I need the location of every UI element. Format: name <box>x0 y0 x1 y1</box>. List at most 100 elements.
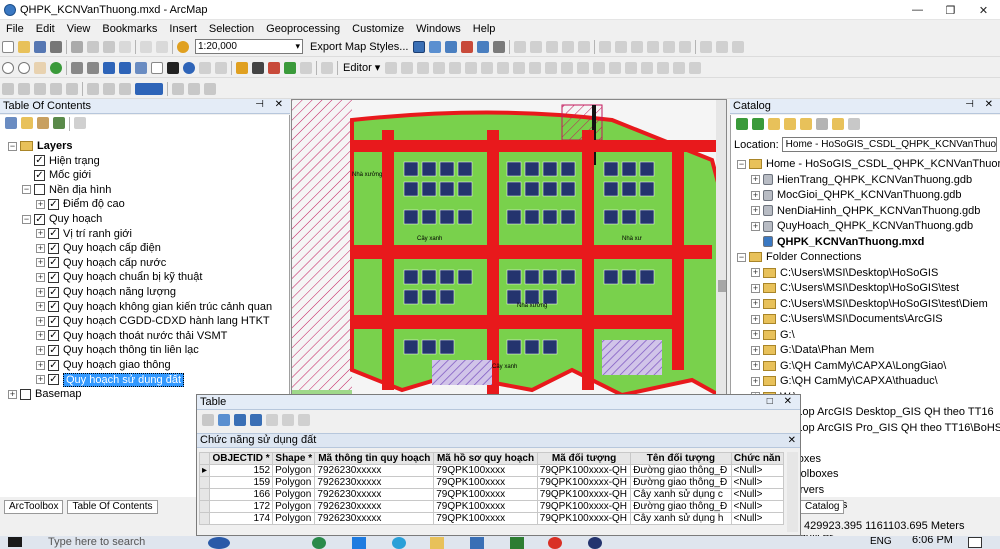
edit-tool-icon[interactable] <box>401 61 414 74</box>
redo-icon[interactable] <box>156 40 168 53</box>
print-icon[interactable] <box>50 40 62 53</box>
toc-layer-row[interactable]: + ✓ Quy hoạch cấp điện <box>36 241 161 255</box>
expand-icon[interactable]: + <box>36 272 45 282</box>
full-extent-icon[interactable] <box>50 61 62 74</box>
table-cell[interactable]: <Null> <box>730 512 785 525</box>
edit-tool-icon[interactable] <box>497 61 510 74</box>
catalog-item-label[interactable]: C:\Users\MSI\Desktop\HoSoGIS\test <box>780 282 959 294</box>
file-explorer-icon[interactable] <box>430 537 444 549</box>
layer-visibility-checkbox[interactable]: ✓ <box>34 169 45 181</box>
table-cell[interactable]: 79QPK100xxxx-QH <box>536 488 632 501</box>
expand-icon[interactable]: + <box>751 283 760 293</box>
edit-tool-icon[interactable] <box>385 61 398 74</box>
table-cell[interactable]: 152 <box>209 464 274 477</box>
select-by-attributes-icon[interactable] <box>234 414 246 426</box>
open-folder-icon[interactable] <box>18 40 30 53</box>
catalog-item[interactable]: + C:\Users\MSI\Desktop\HoSoGIS <box>751 266 938 280</box>
toc-tab[interactable]: Table Of Contents <box>67 500 158 514</box>
table-cell[interactable]: 7926230xxxxx <box>314 512 435 525</box>
new-document-icon[interactable] <box>2 40 14 53</box>
catalog-item-label[interactable]: Home - HoSoGIS_CSDL_QHPK_KCNVanThuong_Ho… <box>766 158 1000 170</box>
color-swatch[interactable] <box>135 82 163 95</box>
table-cell[interactable]: 79QPK100xxxx <box>433 512 538 525</box>
catalog-item-label[interactable]: C:\Users\MSI\Desktop\HoSoGIS\test\Diem <box>780 298 988 310</box>
edge-browser-icon[interactable] <box>392 537 406 549</box>
identify-icon[interactable] <box>183 61 195 74</box>
edit-tool-icon[interactable] <box>657 61 670 74</box>
layer-visibility-checkbox[interactable]: ✓ <box>48 330 59 342</box>
fixed-zoom-out-icon[interactable] <box>87 61 99 74</box>
toc-layer-label[interactable]: Quy hoạch CGDD-CDXD hành lang HTKT <box>63 315 270 327</box>
toc-layer-row[interactable]: ✓ Mốc giới <box>22 168 91 182</box>
edit-tool-icon[interactable] <box>689 61 702 74</box>
toolbar-tool-icon[interactable] <box>530 40 543 53</box>
toolbar-tool-icon[interactable] <box>18 82 30 95</box>
toc-layer-label[interactable]: Hiện trạng <box>49 155 100 167</box>
toolbar-tool-icon[interactable] <box>732 40 745 53</box>
html-popup-icon[interactable] <box>215 61 227 74</box>
go-to-xy-icon[interactable] <box>284 61 296 74</box>
time-slider-icon[interactable] <box>300 61 312 74</box>
select-features-icon[interactable] <box>135 61 147 74</box>
row-selector[interactable] <box>198 488 211 501</box>
toc-layer-row[interactable]: + ✓ Quy hoạch sử dụng đất <box>36 372 184 387</box>
column-header[interactable]: Tên đối tượng <box>630 452 732 465</box>
close-table-tab-icon[interactable]: ✕ <box>788 434 796 447</box>
table-cell[interactable]: Polygon <box>272 512 316 525</box>
catalog-item[interactable]: + C:\Users\MSI\Documents\ArcGIS <box>751 312 943 326</box>
toc-layer-row[interactable]: + ✓ Quy hoạch cấp nước <box>36 256 166 270</box>
taskbar-search-box[interactable]: Type here to search <box>48 536 145 548</box>
save-icon[interactable] <box>34 40 46 53</box>
toc-layer-row[interactable]: − ✓ Quy hoạch <box>22 212 102 226</box>
fixed-zoom-in-icon[interactable] <box>71 61 83 74</box>
collapse-icon[interactable]: − <box>8 141 17 151</box>
python-window-icon[interactable] <box>477 40 490 53</box>
catalog-item[interactable]: + QuyHoach_QHPK_KCNVanThuong.gdb <box>751 219 973 233</box>
expand-icon[interactable]: + <box>751 221 760 231</box>
table-cell[interactable]: <Null> <box>730 500 785 513</box>
table-cell[interactable]: Đường giao thông_Đ <box>630 464 732 477</box>
column-header[interactable]: Mã hồ sơ quy hoạch <box>433 452 538 465</box>
catalog-item[interactable]: QHPK_KCNVanThuong.mxd <box>751 235 924 249</box>
layer-visibility-checkbox[interactable] <box>20 388 31 400</box>
scrollbar-thumb[interactable] <box>718 280 726 292</box>
toc-layer-label[interactable]: Quy hoạch giao thông <box>63 359 171 371</box>
edit-tool-icon[interactable] <box>641 61 654 74</box>
toc-layer-row[interactable]: + ✓ Quy hoạch giao thông <box>36 358 171 372</box>
edit-tool-icon[interactable] <box>545 61 558 74</box>
expand-icon[interactable]: + <box>8 389 17 399</box>
expand-icon[interactable]: + <box>36 199 45 209</box>
back-arrow-icon[interactable] <box>103 61 115 74</box>
toc-layer-label[interactable]: Quy hoạch không gian kiến trúc cảnh quan <box>63 301 272 313</box>
catalog-item[interactable]: − Folder Connections <box>737 250 861 264</box>
table-cell[interactable]: 7926230xxxxx <box>314 476 435 489</box>
toc-layer-label[interactable]: Nền địa hình <box>49 184 111 196</box>
connect-folder-icon[interactable] <box>800 118 812 130</box>
expand-icon[interactable]: + <box>751 361 760 370</box>
catalog-item-label[interactable]: G:\ <box>780 329 795 341</box>
toc-layer-row[interactable]: + ✓ Quy hoạch CGDD-CDXD hành lang HTKT <box>36 314 270 328</box>
toolbar-tool-icon[interactable] <box>34 82 46 95</box>
table-cell[interactable]: 7926230xxxxx <box>314 488 435 501</box>
catalog-tab[interactable]: Catalog <box>800 500 845 514</box>
home-icon[interactable] <box>768 118 780 130</box>
collapse-icon[interactable]: − <box>22 185 31 195</box>
table-of-contents-icon[interactable] <box>429 40 442 53</box>
catalog-item-label[interactable]: NenDiaHinh_QHPK_KCNVanThuong.gdb <box>777 205 980 217</box>
list-by-drawing-order-icon[interactable] <box>5 117 17 129</box>
table-cell[interactable]: <Null> <box>730 488 785 501</box>
language-indicator[interactable]: ENG <box>870 536 892 547</box>
catalog-item[interactable]: − Home - HoSoGIS_CSDL_QHPK_KCNVanThuong_H… <box>737 157 1000 171</box>
editor-menu[interactable]: Editor ▾ <box>343 61 380 74</box>
list-by-selection-icon[interactable] <box>53 117 65 129</box>
table-cell[interactable]: 79QPK100xxxx <box>433 500 538 513</box>
catalog-item-label[interactable]: W:\Lop ArcGIS Pro_GIS QH theo TT16\BoHS … <box>780 422 1000 434</box>
layer-visibility-checkbox[interactable] <box>34 184 45 196</box>
catalog-item[interactable]: + NenDiaHinh_QHPK_KCNVanThuong.gdb <box>751 204 980 218</box>
table-cell[interactable]: 172 <box>209 500 274 513</box>
table-subtitle[interactable]: Chức năng sử dụng đất <box>200 434 316 446</box>
notification-icon[interactable] <box>968 537 982 548</box>
editor-toolbar-icon[interactable] <box>413 40 426 53</box>
expand-icon[interactable]: + <box>751 376 760 386</box>
table-cell[interactable]: Cây xanh sử dụng h <box>630 512 732 525</box>
